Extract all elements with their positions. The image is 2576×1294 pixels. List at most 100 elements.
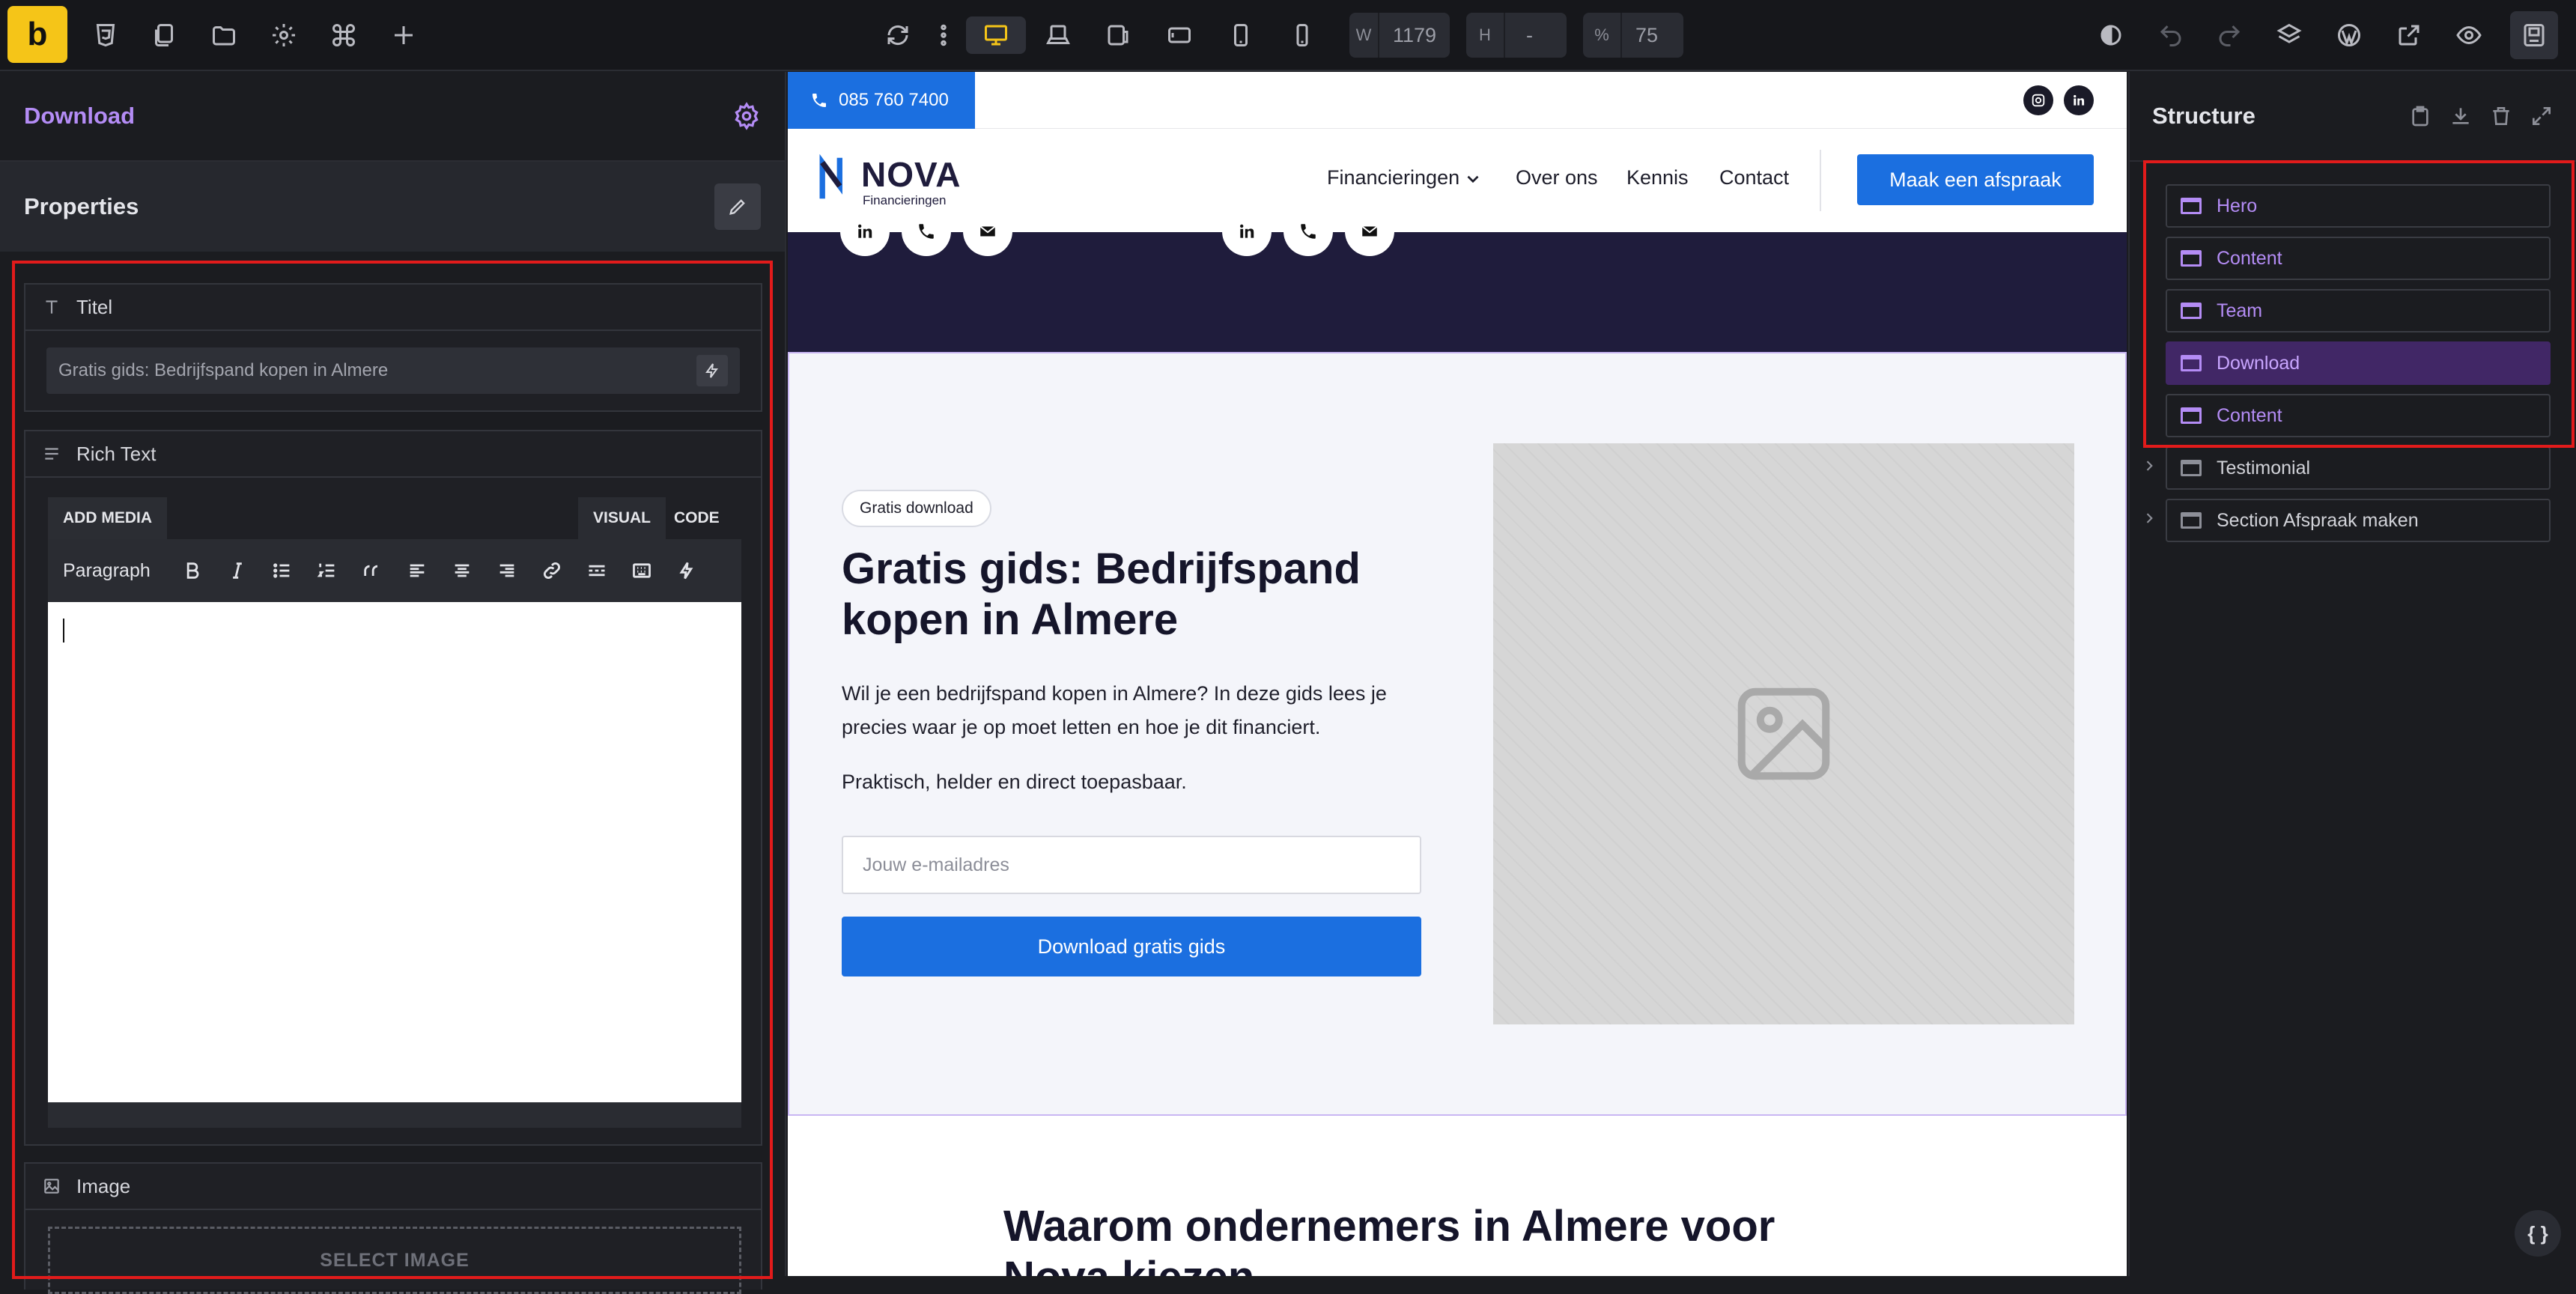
dynamic-data-button[interactable] — [696, 355, 728, 386]
logo-name: NOVA — [861, 155, 962, 194]
appointment-button[interactable]: Maak een afspraak — [1857, 154, 2094, 205]
theme-toggle-icon[interactable] — [2092, 16, 2130, 54]
code-toggle-button[interactable]: { } — [2515, 1210, 2561, 1257]
link-button[interactable] — [529, 548, 574, 593]
nav-contact[interactable]: Contact — [1719, 166, 1789, 189]
tablet-landscape-icon[interactable] — [1099, 16, 1137, 54]
undo-icon[interactable] — [2152, 16, 2190, 54]
toolbar-toggle-button[interactable] — [619, 548, 664, 593]
external-link-icon[interactable] — [2390, 16, 2428, 54]
structure-item-testimonial[interactable]: Testimonial — [2166, 446, 2551, 490]
align-left-button[interactable] — [395, 548, 440, 593]
numbered-list-button[interactable] — [305, 548, 350, 593]
align-right-icon — [499, 564, 514, 577]
nav-divider — [1820, 150, 1821, 211]
team-email-button[interactable] — [963, 207, 1012, 256]
mobile-icon[interactable] — [1284, 16, 1321, 54]
nova-logo[interactable]: NOVA Financieringen — [819, 148, 962, 211]
width-value[interactable]: 1179 — [1379, 24, 1450, 47]
italic-button[interactable] — [215, 548, 260, 593]
format-select[interactable]: Paragraph — [63, 560, 151, 582]
structure-item-afspraak[interactable]: Section Afspraak maken — [2166, 499, 2551, 542]
titel-input[interactable]: Gratis gids: Bedrijfspand kopen in Almer… — [46, 347, 740, 394]
structure-item-team[interactable]: Team — [2166, 289, 2551, 332]
linkedin-link[interactable] — [2064, 85, 2094, 115]
edit-button[interactable] — [714, 183, 761, 230]
team-linkedin-button[interactable] — [1222, 207, 1272, 256]
italic-icon — [232, 562, 242, 579]
select-image-button[interactable]: SELECT IMAGE — [48, 1227, 741, 1294]
blockquote-button[interactable] — [350, 548, 395, 593]
phone-link[interactable]: 085 760 7400 — [788, 72, 975, 129]
instagram-link[interactable] — [2023, 85, 2053, 115]
pages-icon[interactable] — [145, 16, 183, 54]
download-section[interactable]: Gratis download Gratis gids: Bedrijfspan… — [788, 352, 2127, 1116]
align-center-button[interactable] — [440, 548, 484, 593]
folder-icon[interactable] — [205, 16, 243, 54]
nav-over-ons[interactable]: Over ons — [1516, 166, 1598, 189]
structure-item-download[interactable]: Download — [2166, 341, 2551, 385]
zoom-value[interactable]: 75 — [1622, 24, 1671, 47]
team-email-button[interactable] — [1345, 207, 1394, 256]
download-guide-button[interactable]: Download gratis gids — [842, 917, 1421, 976]
structure-item-content[interactable]: Content — [2166, 237, 2551, 280]
width-input[interactable]: W 1179 — [1349, 13, 1450, 58]
lightning-icon — [705, 363, 718, 378]
save-icon[interactable] — [2510, 11, 2558, 59]
html5-icon[interactable] — [87, 16, 124, 54]
add-icon[interactable] — [385, 16, 422, 54]
builder-canvas[interactable]: 085 760 7400 NOVA Financieringen Financi… — [788, 72, 2127, 1276]
richtext-editor[interactable] — [48, 602, 741, 1102]
preview-eye-icon[interactable] — [2450, 16, 2488, 54]
layers-icon[interactable] — [2270, 16, 2308, 54]
tab-visual[interactable]: VISUAL — [578, 497, 666, 539]
download-heading: Gratis gids: Bedrijfspand kopen in Almer… — [842, 544, 1361, 644]
add-media-button[interactable]: ADD MEDIA — [48, 497, 167, 539]
section-icon — [2181, 198, 2202, 214]
height-input[interactable]: H - — [1466, 13, 1567, 58]
command-icon[interactable] — [325, 16, 362, 54]
refresh-icon[interactable] — [879, 16, 917, 54]
nav-kennis[interactable]: Kennis — [1626, 166, 1689, 189]
tab-code[interactable]: CODE — [659, 497, 735, 539]
next-section-heading: Waarom ondernemers in Almere voor Nova k… — [1003, 1202, 1775, 1276]
trash-icon[interactable] — [2489, 104, 2513, 128]
chevron-right-icon[interactable] — [2142, 458, 2157, 473]
bricks-logo[interactable]: b — [7, 6, 67, 63]
element-settings-gear-icon[interactable] — [732, 102, 761, 130]
zoom-input[interactable]: % 75 — [1583, 13, 1683, 58]
dynamic-data-button[interactable] — [664, 548, 709, 593]
clipboard-icon[interactable] — [2408, 104, 2432, 128]
email-input[interactable]: Jouw e-mailadres — [842, 836, 1421, 894]
team-phone-button[interactable] — [1284, 207, 1333, 256]
download-icon[interactable] — [2449, 104, 2473, 128]
read-more-button[interactable] — [574, 548, 619, 593]
linkedin-icon — [1240, 224, 1254, 238]
bold-button[interactable] — [170, 548, 215, 593]
team-phone-button[interactable] — [902, 207, 951, 256]
expand-icon[interactable] — [2530, 104, 2554, 128]
more-vertical-icon[interactable] — [929, 16, 959, 54]
structure-item-label: Team — [2217, 300, 2263, 321]
laptop-breakpoint-icon[interactable] — [1039, 16, 1077, 54]
bullet-list-button[interactable] — [260, 548, 305, 593]
structure-item-hero[interactable]: Hero — [2166, 184, 2551, 228]
mobile-landscape-icon[interactable] — [1222, 16, 1260, 54]
logo-subtitle: Financieringen — [863, 193, 947, 207]
structure-item-content-2[interactable]: Content — [2166, 394, 2551, 437]
quote-icon — [364, 565, 377, 576]
structure-item-label: Hero — [2217, 195, 2258, 216]
desktop-breakpoint-icon[interactable] — [966, 16, 1026, 54]
wordpress-icon[interactable] — [2330, 16, 2368, 54]
chevron-right-icon[interactable] — [2142, 511, 2157, 526]
redo-icon[interactable] — [2211, 16, 2248, 54]
team-linkedin-button[interactable] — [840, 207, 890, 256]
height-value[interactable]: - — [1505, 24, 1546, 47]
instagram-icon — [2032, 94, 2045, 107]
editor-resize-bar[interactable] — [48, 1102, 741, 1128]
align-right-button[interactable] — [484, 548, 529, 593]
chevron-down-icon[interactable] — [1463, 169, 1483, 189]
nav-financieringen[interactable]: Financieringen — [1327, 166, 1459, 189]
settings-gear-icon[interactable] — [265, 16, 303, 54]
tablet-icon[interactable] — [1161, 16, 1198, 54]
